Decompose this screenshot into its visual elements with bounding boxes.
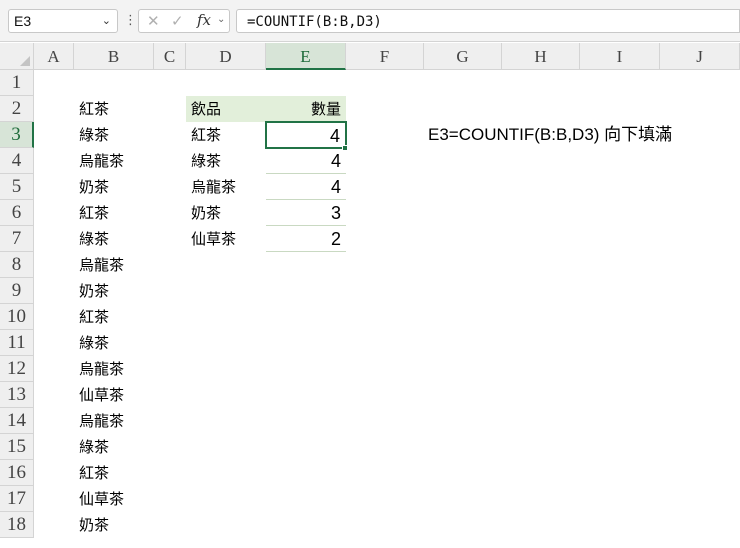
cell-e6[interactable]: 3 xyxy=(266,200,346,226)
row-header-10[interactable]: 10 xyxy=(0,304,34,330)
row-header-9[interactable]: 9 xyxy=(0,278,34,304)
row-header-3[interactable]: 3 xyxy=(0,122,34,148)
select-all-corner[interactable] xyxy=(0,43,34,70)
formula-text: =COUNTIF(B:B,D3) xyxy=(247,14,382,30)
cell-b14[interactable]: 烏龍茶 xyxy=(79,408,124,434)
cell-b5[interactable]: 奶茶 xyxy=(79,174,109,200)
cell-e2-header-count[interactable]: 數量 xyxy=(266,96,346,122)
cell-b13[interactable]: 仙草茶 xyxy=(79,382,124,408)
row-header-14[interactable]: 14 xyxy=(0,408,34,434)
column-header-d[interactable]: D xyxy=(186,43,266,70)
row-header-11[interactable]: 11 xyxy=(0,330,34,356)
cell-e3-selected[interactable]: 4 xyxy=(265,121,347,149)
column-header-f[interactable]: F xyxy=(346,43,424,70)
cell-b11[interactable]: 綠茶 xyxy=(79,330,109,356)
function-icon[interactable]: fx xyxy=(197,11,211,29)
cell-g3-note[interactable]: E3=COUNTIF(B:B,D3) 向下填滿 xyxy=(428,122,672,148)
cell-b8[interactable]: 烏龍茶 xyxy=(79,252,124,278)
row-header-16[interactable]: 16 xyxy=(0,460,34,486)
row-header-1[interactable]: 1 xyxy=(0,70,34,96)
cell-b7[interactable]: 綠茶 xyxy=(79,226,109,252)
cell-b17[interactable]: 仙草茶 xyxy=(79,486,124,512)
cell-b15[interactable]: 綠茶 xyxy=(79,434,109,460)
cell-e4[interactable]: 4 xyxy=(266,148,346,174)
formula-buttons: ✕ ✓ fx ⌄ xyxy=(138,9,230,33)
cell-d7[interactable]: 仙草茶 xyxy=(186,226,266,252)
enter-icon[interactable]: ✓ xyxy=(171,12,184,30)
row-header-15[interactable]: 15 xyxy=(0,434,34,460)
row-header-5[interactable]: 5 xyxy=(0,174,34,200)
cell-b9[interactable]: 奶茶 xyxy=(79,278,109,304)
row-header-13[interactable]: 13 xyxy=(0,382,34,408)
name-box-value: E3 xyxy=(14,13,32,29)
cell-b12[interactable]: 烏龍茶 xyxy=(79,356,124,382)
column-header-b[interactable]: B xyxy=(74,43,154,70)
cell-d4[interactable]: 綠茶 xyxy=(186,148,266,174)
cell-e7[interactable]: 2 xyxy=(266,226,346,252)
select-all-icon xyxy=(20,56,30,66)
cell-b2[interactable]: 紅茶 xyxy=(79,96,109,122)
column-header-e[interactable]: E xyxy=(266,43,346,70)
cell-b16[interactable]: 紅茶 xyxy=(79,460,109,486)
chevron-down-icon[interactable]: ⌄ xyxy=(102,14,111,27)
row-header-12[interactable]: 12 xyxy=(0,356,34,382)
cell-d2-header-drink[interactable]: 飲品 xyxy=(186,96,266,122)
cell-d6[interactable]: 奶茶 xyxy=(186,200,266,226)
row-header-6[interactable]: 6 xyxy=(0,200,34,226)
column-header-c[interactable]: C xyxy=(154,43,186,70)
cell-b4[interactable]: 烏龍茶 xyxy=(79,148,124,174)
formula-bar-area: E3 ⌄ ⋮ ✕ ✓ fx ⌄ =COUNTIF(B:B,D3) xyxy=(0,0,740,42)
row-header-2[interactable]: 2 xyxy=(0,96,34,122)
row-header-4[interactable]: 4 xyxy=(0,148,34,174)
cell-b6[interactable]: 紅茶 xyxy=(79,200,109,226)
column-header-j[interactable]: J xyxy=(660,43,740,70)
column-header-i[interactable]: I xyxy=(580,43,660,70)
cell-b3[interactable]: 綠茶 xyxy=(79,122,109,148)
name-box[interactable]: E3 ⌄ xyxy=(8,9,118,33)
row-header-18[interactable]: 18 xyxy=(0,512,34,538)
row-header-17[interactable]: 17 xyxy=(0,486,34,512)
cell-b18[interactable]: 奶茶 xyxy=(79,512,109,538)
row-header-7[interactable]: 7 xyxy=(0,226,34,252)
column-header-h[interactable]: H xyxy=(502,43,580,70)
cell-d3[interactable]: 紅茶 xyxy=(186,122,266,148)
cell-b10[interactable]: 紅茶 xyxy=(79,304,109,330)
row-header-8[interactable]: 8 xyxy=(0,252,34,278)
column-header-g[interactable]: G xyxy=(424,43,502,70)
formula-input[interactable]: =COUNTIF(B:B,D3) xyxy=(236,9,740,33)
column-header-a[interactable]: A xyxy=(34,43,74,70)
cell-e5[interactable]: 4 xyxy=(266,174,346,200)
more-options-icon[interactable]: ⋮ xyxy=(124,13,137,29)
cell-d5[interactable]: 烏龍茶 xyxy=(186,174,266,200)
cancel-icon[interactable]: ✕ xyxy=(147,12,160,30)
chevron-down-icon[interactable]: ⌄ xyxy=(217,14,225,25)
